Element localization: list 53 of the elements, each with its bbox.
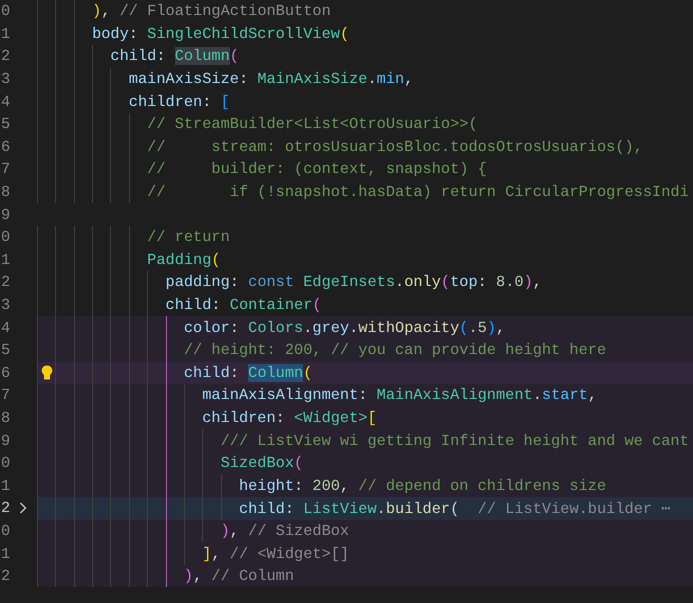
code-line: children: <Widget>[ [201, 408, 377, 427]
line-number: 1 [1, 250, 12, 269]
line-number: 6 [1, 364, 12, 382]
code-line: // stream: otrosUsuariosBloc.todosOtrosUsuarios(), [146, 138, 643, 156]
code-line: color: Colors.grey.withOpacity(.5), [182, 318, 506, 337]
lightbulb-icon[interactable] [41, 364, 53, 380]
code-line: body: SingleChildScrollView( [91, 24, 350, 43]
line-number: 3 [1, 296, 12, 314]
line-number: 0 [1, 228, 12, 246]
code-line: child: Column( [109, 47, 239, 66]
line-number: 2 [1, 47, 12, 66]
code-line: // StreamBuilder<List<OtroUsuario>>( [146, 115, 478, 134]
line-number: 7 [1, 386, 12, 404]
code-line: ], // <Widget>[] [201, 544, 350, 563]
code-line: SizedBox( [220, 454, 304, 472]
line-number: 8 [1, 183, 12, 202]
code-line: // if (!snapshot.hasData) return CircularProgressIndi [146, 183, 689, 202]
code-line: ), // FloatingActionButton [91, 2, 331, 20]
code-line: padding: const EdgeInsets.only(top: 8.0), [164, 273, 542, 292]
code-line: height: 200, // depend on childrens size [238, 476, 606, 495]
chevron-right-icon[interactable] [19, 502, 27, 514]
code-line: child: Container( [164, 296, 322, 314]
line-number: 4 [1, 92, 12, 111]
line-number: 5 [1, 115, 12, 134]
code-line: // builder: (context, snapshot) { [146, 160, 487, 178]
line-number: 0 [1, 2, 12, 20]
line-number: 4 [1, 318, 12, 337]
line-number: 5 [1, 341, 12, 360]
line-number: 8 [1, 408, 12, 427]
code-line: ), // Column [182, 567, 294, 586]
line-number: 1 [1, 476, 12, 495]
code-line: // return [146, 228, 230, 246]
code-line: children: [ [128, 92, 230, 111]
line-number: 1 [1, 24, 12, 43]
code-line: child: ListView.builder( // ListView.builder ⋯ [238, 498, 670, 518]
line-number: 3 [1, 70, 12, 88]
code-line: /// ListView wi getting Infinite height and we cant [220, 432, 689, 450]
line-number: 9 [1, 432, 12, 450]
line-number: 7 [1, 160, 12, 178]
line-number: 0 [1, 522, 12, 540]
code-line: // height: 200, // you can provide height here [182, 341, 606, 360]
line-number: 6 [1, 138, 12, 156]
line-number: 9 [1, 206, 12, 224]
line-number: 1 [1, 544, 12, 563]
code-line: Padding( [146, 250, 221, 269]
line-number: 2 [1, 499, 12, 518]
code-line: mainAxisSize: MainAxisSize.min, [128, 70, 414, 88]
code-line: mainAxisAlignment: MainAxisAlignment.start, [201, 386, 597, 404]
line-number: 0 [1, 454, 12, 472]
line-number: 2 [1, 273, 12, 292]
code-line: ), // SizedBox [220, 522, 350, 540]
code-line: child: Column( [182, 364, 312, 382]
line-number: 2 [1, 567, 12, 586]
